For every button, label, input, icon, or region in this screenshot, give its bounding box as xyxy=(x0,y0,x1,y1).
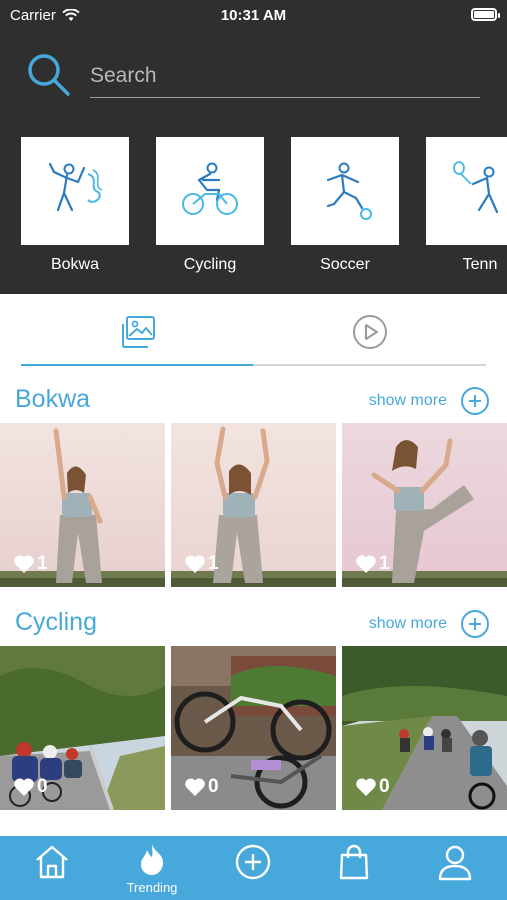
header-panel: Carrier 10:31 AM Bokwa xyxy=(0,0,507,294)
search-input[interactable] xyxy=(90,55,480,98)
category-tile[interactable] xyxy=(426,137,507,245)
flame-icon xyxy=(141,844,164,875)
photos-tab[interactable] xyxy=(118,312,158,352)
like-count-value: 1 xyxy=(208,553,219,574)
show-more-button[interactable]: show more xyxy=(369,610,489,638)
battery-icon xyxy=(471,8,500,21)
nav-profile[interactable] xyxy=(415,836,495,900)
home-icon xyxy=(36,845,68,879)
section-title: Bokwa xyxy=(15,385,91,413)
media-grid: 1 1 1 xyxy=(0,423,507,587)
status-time: 10:31 AM xyxy=(220,7,287,24)
like-count-value: 0 xyxy=(379,776,390,797)
like-count[interactable]: 1 xyxy=(184,553,219,575)
category-label: Cycling xyxy=(183,256,237,273)
media-thumbnail[interactable]: 0 xyxy=(342,646,507,810)
category-label: Bokwa xyxy=(50,256,100,273)
heart-icon xyxy=(185,555,205,573)
heart-icon xyxy=(14,555,34,573)
media-grid: 0 0 0 xyxy=(0,646,507,810)
category-label: Soccer xyxy=(320,256,370,273)
tab-indicator-track xyxy=(21,364,486,366)
category-cycling[interactable]: Cycling xyxy=(156,137,264,274)
category-tile[interactable] xyxy=(291,137,399,245)
category-label: Tenn xyxy=(462,256,498,273)
bottom-nav-bar: Trending xyxy=(0,836,507,900)
media-thumbnail[interactable]: 0 xyxy=(171,646,336,810)
category-tile[interactable] xyxy=(21,137,129,245)
cyclist-icon xyxy=(182,162,238,215)
tab-indicator-active xyxy=(21,364,253,366)
like-count[interactable]: 1 xyxy=(355,553,390,575)
category-carousel[interactable]: Bokwa Cycling Soccer Tenn xyxy=(0,137,507,287)
like-count-value: 0 xyxy=(208,776,219,797)
images-icon xyxy=(122,316,155,348)
add-circle-icon xyxy=(235,844,271,880)
like-count-value: 0 xyxy=(37,776,48,797)
status-bar: Carrier 10:31 AM xyxy=(0,0,507,30)
like-count-value: 1 xyxy=(37,553,48,574)
nav-add[interactable] xyxy=(213,836,293,900)
show-more-label: show more xyxy=(368,392,447,409)
search-icon[interactable] xyxy=(26,52,72,98)
show-more-button[interactable]: show more xyxy=(369,387,489,415)
like-count[interactable]: 0 xyxy=(13,776,48,798)
section-bokwa: Bokwa show more 1 1 1 xyxy=(0,385,507,590)
play-circle-icon xyxy=(353,315,387,349)
category-tennis[interactable]: Tenn xyxy=(426,137,507,274)
section-title: Cycling xyxy=(15,608,97,636)
bokwa-dancer-icon xyxy=(48,162,103,212)
category-soccer[interactable]: Soccer xyxy=(291,137,399,274)
media-tabs xyxy=(0,294,507,374)
like-count[interactable]: 1 xyxy=(13,553,48,575)
show-more-label: show more xyxy=(368,615,447,632)
category-bokwa[interactable]: Bokwa xyxy=(21,137,129,274)
add-icon[interactable] xyxy=(461,610,489,638)
like-count[interactable]: 0 xyxy=(355,776,390,798)
nav-trending-label: Trending xyxy=(126,880,178,895)
profile-icon xyxy=(438,845,472,881)
videos-tab[interactable] xyxy=(350,312,390,352)
category-tile[interactable] xyxy=(156,137,264,245)
media-thumbnail[interactable]: 1 xyxy=(342,423,507,587)
add-icon[interactable] xyxy=(461,387,489,415)
shopping-bag-icon xyxy=(339,844,369,880)
soccer-player-icon xyxy=(326,162,372,220)
nav-trending[interactable]: Trending xyxy=(112,836,192,900)
media-thumbnail[interactable]: 1 xyxy=(171,423,336,587)
nav-home[interactable] xyxy=(12,836,92,900)
media-thumbnail[interactable]: 1 xyxy=(0,423,165,587)
section-cycling: Cycling show more 0 0 0 xyxy=(0,608,507,813)
like-count-value: 1 xyxy=(379,553,390,574)
heart-icon xyxy=(356,778,376,796)
media-thumbnail[interactable]: 0 xyxy=(0,646,165,810)
tennis-player-icon xyxy=(453,161,499,214)
heart-icon xyxy=(14,778,34,796)
like-count[interactable]: 0 xyxy=(184,776,219,798)
heart-icon xyxy=(356,555,376,573)
nav-shop[interactable] xyxy=(314,836,394,900)
heart-icon xyxy=(185,778,205,796)
